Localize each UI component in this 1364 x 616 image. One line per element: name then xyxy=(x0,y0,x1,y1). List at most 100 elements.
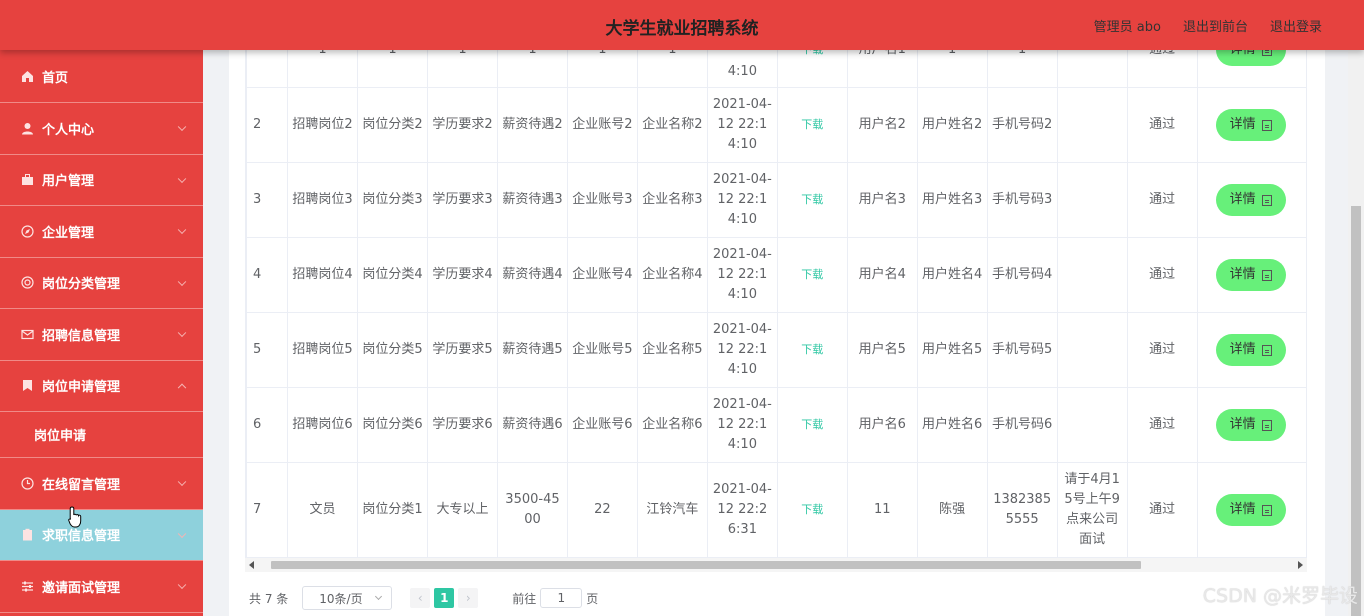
table-cell-status: 通过 xyxy=(1126,387,1198,463)
table-cell: 1 xyxy=(986,50,1058,88)
logout-link[interactable]: 退出登录 xyxy=(1270,16,1322,35)
table-cell-resume: 下载 xyxy=(776,87,848,163)
table-cell-edu: 学历要求2 xyxy=(427,87,498,163)
prev-page-button[interactable]: ‹ xyxy=(410,588,431,608)
detail-button[interactable]: 详情 xyxy=(1215,50,1286,66)
table-cell-company: 企业名称3 xyxy=(636,162,708,238)
download-link[interactable]: 下载 xyxy=(801,50,823,56)
compass-icon xyxy=(20,224,34,238)
download-link[interactable]: 下载 xyxy=(801,503,823,516)
table-cell: 1 xyxy=(287,50,359,88)
sidebar-item-label: 在线留言管理 xyxy=(42,477,121,493)
apply-table-container[interactable]: 1 1 1 1 1 1 4:10 下载 用户名1 1 1 通过 详情 xyxy=(245,50,1307,558)
table-cell-reply xyxy=(1056,237,1128,313)
back-to-front-link[interactable]: 退出到前台 xyxy=(1183,16,1248,35)
detail-button[interactable]: 详情 xyxy=(1215,409,1286,441)
chevron-up-icon xyxy=(177,383,187,392)
detail-button[interactable]: 详情 xyxy=(1215,334,1286,366)
table-cell-category: 岗位分类5 xyxy=(357,312,429,388)
page-unit-label: 页 xyxy=(586,591,599,606)
sidebar-item-message-management[interactable]: 在线留言管理 xyxy=(0,458,203,510)
download-link[interactable]: 下载 xyxy=(801,268,823,281)
scroll-left-icon[interactable] xyxy=(249,561,254,569)
content-card: 1 1 1 1 1 1 4:10 下载 用户名1 1 1 通过 详情 xyxy=(229,50,1325,616)
sidebar-subitem-label: 岗位申请 xyxy=(34,429,87,444)
table-cell-action: 详情 xyxy=(1196,387,1307,463)
document-icon xyxy=(1261,344,1272,356)
table-cell: 通过 xyxy=(1126,50,1198,88)
table-cell-post: 招聘岗位4 xyxy=(287,237,359,313)
download-link[interactable]: 下载 xyxy=(801,343,823,356)
detail-button-label: 详情 xyxy=(1229,342,1256,357)
sidebar-subitem-post-apply[interactable]: 岗位申请 xyxy=(0,412,203,458)
table-cell: 详情 xyxy=(1196,50,1307,88)
table-cell-time: 2021-04-12 22:26:31 xyxy=(706,462,778,558)
target-icon xyxy=(20,276,34,290)
table-cell-company: 企业名称2 xyxy=(636,87,708,163)
detail-button[interactable]: 详情 xyxy=(1215,259,1286,291)
download-link[interactable]: 下载 xyxy=(801,193,823,206)
table-cell-status: 通过 xyxy=(1126,87,1198,163)
table-cell-time: 2021-04-12 22:14:10 xyxy=(706,162,778,238)
watermark: CSDN @米罗毕设 xyxy=(1202,585,1358,607)
chevron-down-icon xyxy=(177,174,187,183)
table-cell-category: 岗位分类3 xyxy=(357,162,429,238)
goto-page-input[interactable]: 1 xyxy=(540,588,583,608)
page-size-select[interactable]: 10条/页 xyxy=(302,586,393,610)
apply-table: 1 1 1 1 1 1 4:10 下载 用户名1 1 1 通过 详情 xyxy=(246,50,1307,558)
table-cell-action: 详情 xyxy=(1196,462,1307,558)
table-cell-salary: 3500-4500 xyxy=(496,462,568,558)
table-cell: 1 xyxy=(496,50,568,88)
sidebar-item-recruit-info-management[interactable]: 招聘信息管理 xyxy=(0,309,203,361)
table-cell-company: 江铃汽车 xyxy=(636,462,708,558)
chevron-down-icon xyxy=(177,477,187,487)
table-cell-account: 企业账号5 xyxy=(566,312,638,388)
sidebar-item-label: 用户管理 xyxy=(42,174,95,190)
table-cell-reply xyxy=(1056,87,1128,163)
table-cell-post: 招聘岗位5 xyxy=(287,312,359,388)
goto-label: 前往 xyxy=(512,591,537,606)
table-cell-username: 用户名5 xyxy=(846,312,918,388)
detail-button[interactable]: 详情 xyxy=(1215,494,1286,526)
table-cell-resume: 下载 xyxy=(776,312,848,388)
row-index-cell: 7 xyxy=(246,462,289,558)
sidebar-item-label: 首页 xyxy=(42,70,69,86)
table-cell-account: 22 xyxy=(566,462,638,558)
user-icon xyxy=(20,121,34,135)
table-cell: 下载 xyxy=(776,50,848,88)
sidebar-item-jobseek-management[interactable]: 求职信息管理 xyxy=(0,509,203,561)
table-row: 1 1 1 1 1 1 4:10 下载 用户名1 1 1 通过 详情 xyxy=(246,50,1307,88)
vertical-scroll-thumb[interactable] xyxy=(1351,206,1361,616)
sidebar-item-label: 邀请面试管理 xyxy=(42,580,121,596)
detail-button[interactable]: 详情 xyxy=(1215,109,1286,141)
sidebar-item-interview-management[interactable]: 邀请面试管理 xyxy=(0,561,203,613)
table-cell xyxy=(1056,50,1128,88)
detail-button[interactable]: 详情 xyxy=(1215,184,1286,216)
vertical-scrollbar[interactable] xyxy=(1348,50,1364,616)
table-cell-phone: 手机号码5 xyxy=(986,312,1058,388)
table-cell-company: 企业名称5 xyxy=(636,312,708,388)
sidebar-item-post-category-management[interactable]: 岗位分类管理 xyxy=(0,258,203,309)
download-link[interactable]: 下载 xyxy=(801,118,823,131)
table-cell-category: 岗位分类6 xyxy=(357,387,429,463)
table-cell-status: 通过 xyxy=(1126,462,1198,558)
sidebar-item-post-apply-management[interactable]: 岗位申请管理 xyxy=(0,361,203,412)
document-icon xyxy=(1261,504,1272,516)
table-cell-post: 招聘岗位6 xyxy=(287,387,359,463)
scroll-right-icon[interactable] xyxy=(1298,561,1303,569)
table-cell-edu: 学历要求6 xyxy=(427,387,498,463)
next-page-button[interactable]: › xyxy=(458,588,479,608)
briefcase-icon xyxy=(20,173,34,187)
horizontal-scrollbar[interactable] xyxy=(245,558,1307,572)
page-number-current[interactable]: 1 xyxy=(434,588,455,608)
horizontal-scroll-thumb[interactable] xyxy=(271,561,1141,569)
table-cell-username: 用户名2 xyxy=(846,87,918,163)
sidebar-item-company-management[interactable]: 企业管理 xyxy=(0,206,203,258)
download-link[interactable]: 下载 xyxy=(801,418,823,431)
sidebar-item-personal-center[interactable]: 个人中心 xyxy=(0,103,203,155)
sidebar-item-user-management[interactable]: 用户管理 xyxy=(0,155,203,206)
table-cell-edu: 学历要求4 xyxy=(427,237,498,313)
sidebar-item-home[interactable]: 首页 xyxy=(0,50,203,103)
table-cell-action: 详情 xyxy=(1196,237,1307,313)
table-cell-realname: 用户姓名2 xyxy=(916,87,988,163)
